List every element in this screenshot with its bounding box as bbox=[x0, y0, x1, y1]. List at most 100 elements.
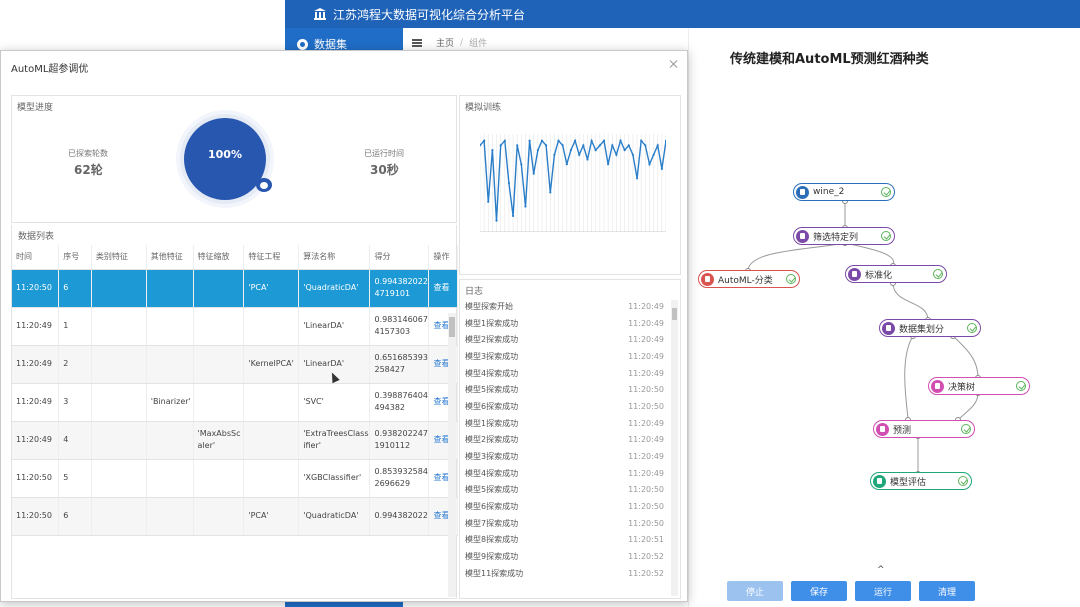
chevron-up-icon[interactable]: ^ bbox=[877, 565, 885, 575]
train-point bbox=[644, 144, 647, 147]
log-time: 11:20:49 bbox=[628, 468, 664, 478]
train-point bbox=[503, 139, 506, 142]
table-cell: 0.9831460674157303 bbox=[369, 307, 430, 346]
train-point bbox=[507, 181, 511, 185]
train-point bbox=[561, 144, 564, 147]
train-point bbox=[635, 177, 639, 180]
table-row[interactable]: 11:20:49 2 'KernelPCA' 'LinearDA' 0.65168539… bbox=[12, 345, 458, 384]
node-split[interactable]: 数据集划分 bbox=[879, 319, 981, 337]
progress-panel: 模型进度 已探索轮数 62轮 100% 已运行时间 30秒 bbox=[11, 95, 457, 223]
log-time: 11:20:52 bbox=[628, 552, 664, 562]
close-icon[interactable] bbox=[669, 59, 679, 69]
breadcrumb-home[interactable]: 主页 bbox=[436, 36, 454, 49]
log-time: 11:20:49 bbox=[628, 452, 664, 462]
node-standardize[interactable]: 标准化 bbox=[845, 265, 947, 283]
train-point bbox=[586, 158, 589, 161]
table-cell: 'Binarizer' bbox=[146, 383, 194, 422]
table-cell: 'LinearDA' bbox=[298, 307, 371, 346]
node-label: 决策树 bbox=[948, 382, 976, 393]
check-icon bbox=[961, 424, 971, 434]
view-link[interactable]: 查看 bbox=[428, 269, 458, 308]
log-item: 模型8探索成功 11:20:51 bbox=[460, 532, 672, 549]
runtime-value: 30秒 bbox=[370, 163, 399, 177]
log-message: 模型5探索成功 bbox=[465, 485, 519, 495]
node-predict[interactable]: 预测 bbox=[873, 420, 975, 438]
table-cell: 'QuadraticDA' bbox=[298, 497, 371, 536]
table-cell bbox=[243, 383, 300, 422]
stop-button[interactable]: 停止 bbox=[727, 581, 783, 601]
table-cell: 0.8539325842696629 bbox=[369, 459, 430, 498]
explored-value: 62轮 bbox=[74, 163, 103, 177]
table-header-cell: 特征工程 bbox=[243, 245, 300, 270]
check-icon bbox=[881, 187, 891, 197]
train-point bbox=[524, 205, 527, 208]
dataset-icon bbox=[297, 38, 308, 50]
clear-button[interactable]: 清理 bbox=[919, 581, 975, 601]
table-header-cell: 得分 bbox=[369, 245, 430, 270]
node-decision-tree[interactable]: 决策树 bbox=[928, 377, 1030, 395]
table-cell: 5 bbox=[58, 459, 92, 498]
node-label: AutoML-分类 bbox=[718, 275, 773, 286]
log-item: 模型1探索成功 11:20:49 bbox=[460, 315, 672, 332]
train-point bbox=[545, 144, 548, 147]
table-cell: 'KernelPCA' bbox=[243, 345, 300, 384]
node-automl[interactable]: AutoML-分类 bbox=[698, 270, 800, 288]
train-point bbox=[602, 139, 606, 142]
explored-label: 已探索轮数 bbox=[68, 149, 108, 158]
table-scrollbar[interactable] bbox=[448, 313, 456, 597]
log-time: 11:20:49 bbox=[628, 368, 664, 378]
table-cell bbox=[243, 307, 300, 346]
table-cell: 0.994382022 bbox=[369, 497, 430, 536]
filter-icon bbox=[796, 229, 809, 243]
table-row[interactable]: 11:20:50 5 'XGBClassifier' 0.85393258426966… bbox=[12, 459, 458, 498]
table-cell bbox=[243, 421, 300, 460]
node-filter[interactable]: 筛选特定列 bbox=[793, 227, 895, 245]
log-item: 模型3探索成功 11:20:49 bbox=[460, 348, 672, 365]
table-row[interactable]: 11:20:49 4 'MaxAbsScaler' 'ExtraTreesClassi… bbox=[12, 421, 458, 460]
save-button[interactable]: 保存 bbox=[791, 581, 847, 601]
table-row[interactable]: 11:20:50 6 'PCA' 'QuadraticDA' 0.99438202247… bbox=[12, 269, 458, 308]
train-point bbox=[495, 219, 498, 222]
table-cell: 2 bbox=[58, 345, 92, 384]
table-icon bbox=[796, 185, 809, 199]
scroll-thumb[interactable] bbox=[449, 317, 455, 337]
breadcrumb: 主页 / 组件 bbox=[412, 36, 487, 49]
log-message: 模型11探索成功 bbox=[465, 568, 524, 578]
table-cell bbox=[193, 459, 245, 498]
log-list: 模型探索开始 11:20:49 模型1探索成功 11:20:49 模型2探索成功 11:2… bbox=[460, 298, 672, 598]
log-item: 模型5探索成功 11:20:50 bbox=[460, 482, 672, 499]
table-cell: 11:20:49 bbox=[12, 345, 60, 384]
node-label: 模型评估 bbox=[890, 477, 927, 488]
log-message: 模型2探索成功 bbox=[465, 435, 519, 445]
check-icon bbox=[881, 231, 891, 241]
log-time: 11:20:50 bbox=[628, 502, 664, 512]
table-row[interactable]: 11:20:50 6 'PCA' 'QuadraticDA' 0.994382022 查看 bbox=[12, 497, 458, 536]
table-cell bbox=[91, 383, 147, 422]
table-cell: 'PCA' bbox=[243, 269, 300, 308]
table-cell: 6 bbox=[58, 269, 92, 308]
table-cell bbox=[91, 497, 147, 536]
train-point bbox=[565, 163, 568, 166]
progress-percent: 100% bbox=[208, 148, 242, 161]
log-message: 模型9探索成功 bbox=[465, 552, 519, 562]
log-item: 模型3探索成功 11:20:49 bbox=[460, 448, 672, 465]
log-message: 模型1探索成功 bbox=[465, 418, 519, 428]
train-point bbox=[516, 144, 519, 147]
train-panel-title: 模拟训练 bbox=[465, 103, 502, 113]
log-item: 模型11探索成功 11:20:52 bbox=[460, 565, 672, 582]
run-button[interactable]: 运行 bbox=[855, 581, 911, 601]
log-time: 11:20:51 bbox=[628, 535, 664, 545]
log-time: 11:20:50 bbox=[628, 401, 664, 411]
table-cell bbox=[91, 345, 147, 384]
node-evaluate[interactable]: 模型评估 bbox=[870, 472, 972, 490]
scroll-thumb[interactable] bbox=[672, 308, 677, 320]
log-message: 模型4探索成功 bbox=[465, 468, 519, 478]
menu-icon[interactable] bbox=[412, 38, 422, 47]
table-row[interactable]: 11:20:49 3 'Binarizer' 'SVC' 0.3988764044943… bbox=[12, 383, 458, 422]
train-point bbox=[532, 172, 535, 175]
node-wine[interactable]: wine_2 bbox=[793, 183, 895, 201]
table-row[interactable]: 11:20:49 1 'LinearDA' 0.9831460674157303 查看 bbox=[12, 307, 458, 346]
log-scrollbar[interactable] bbox=[671, 300, 678, 596]
table-cell bbox=[146, 459, 194, 498]
progress-gauge: 100% bbox=[184, 118, 272, 200]
